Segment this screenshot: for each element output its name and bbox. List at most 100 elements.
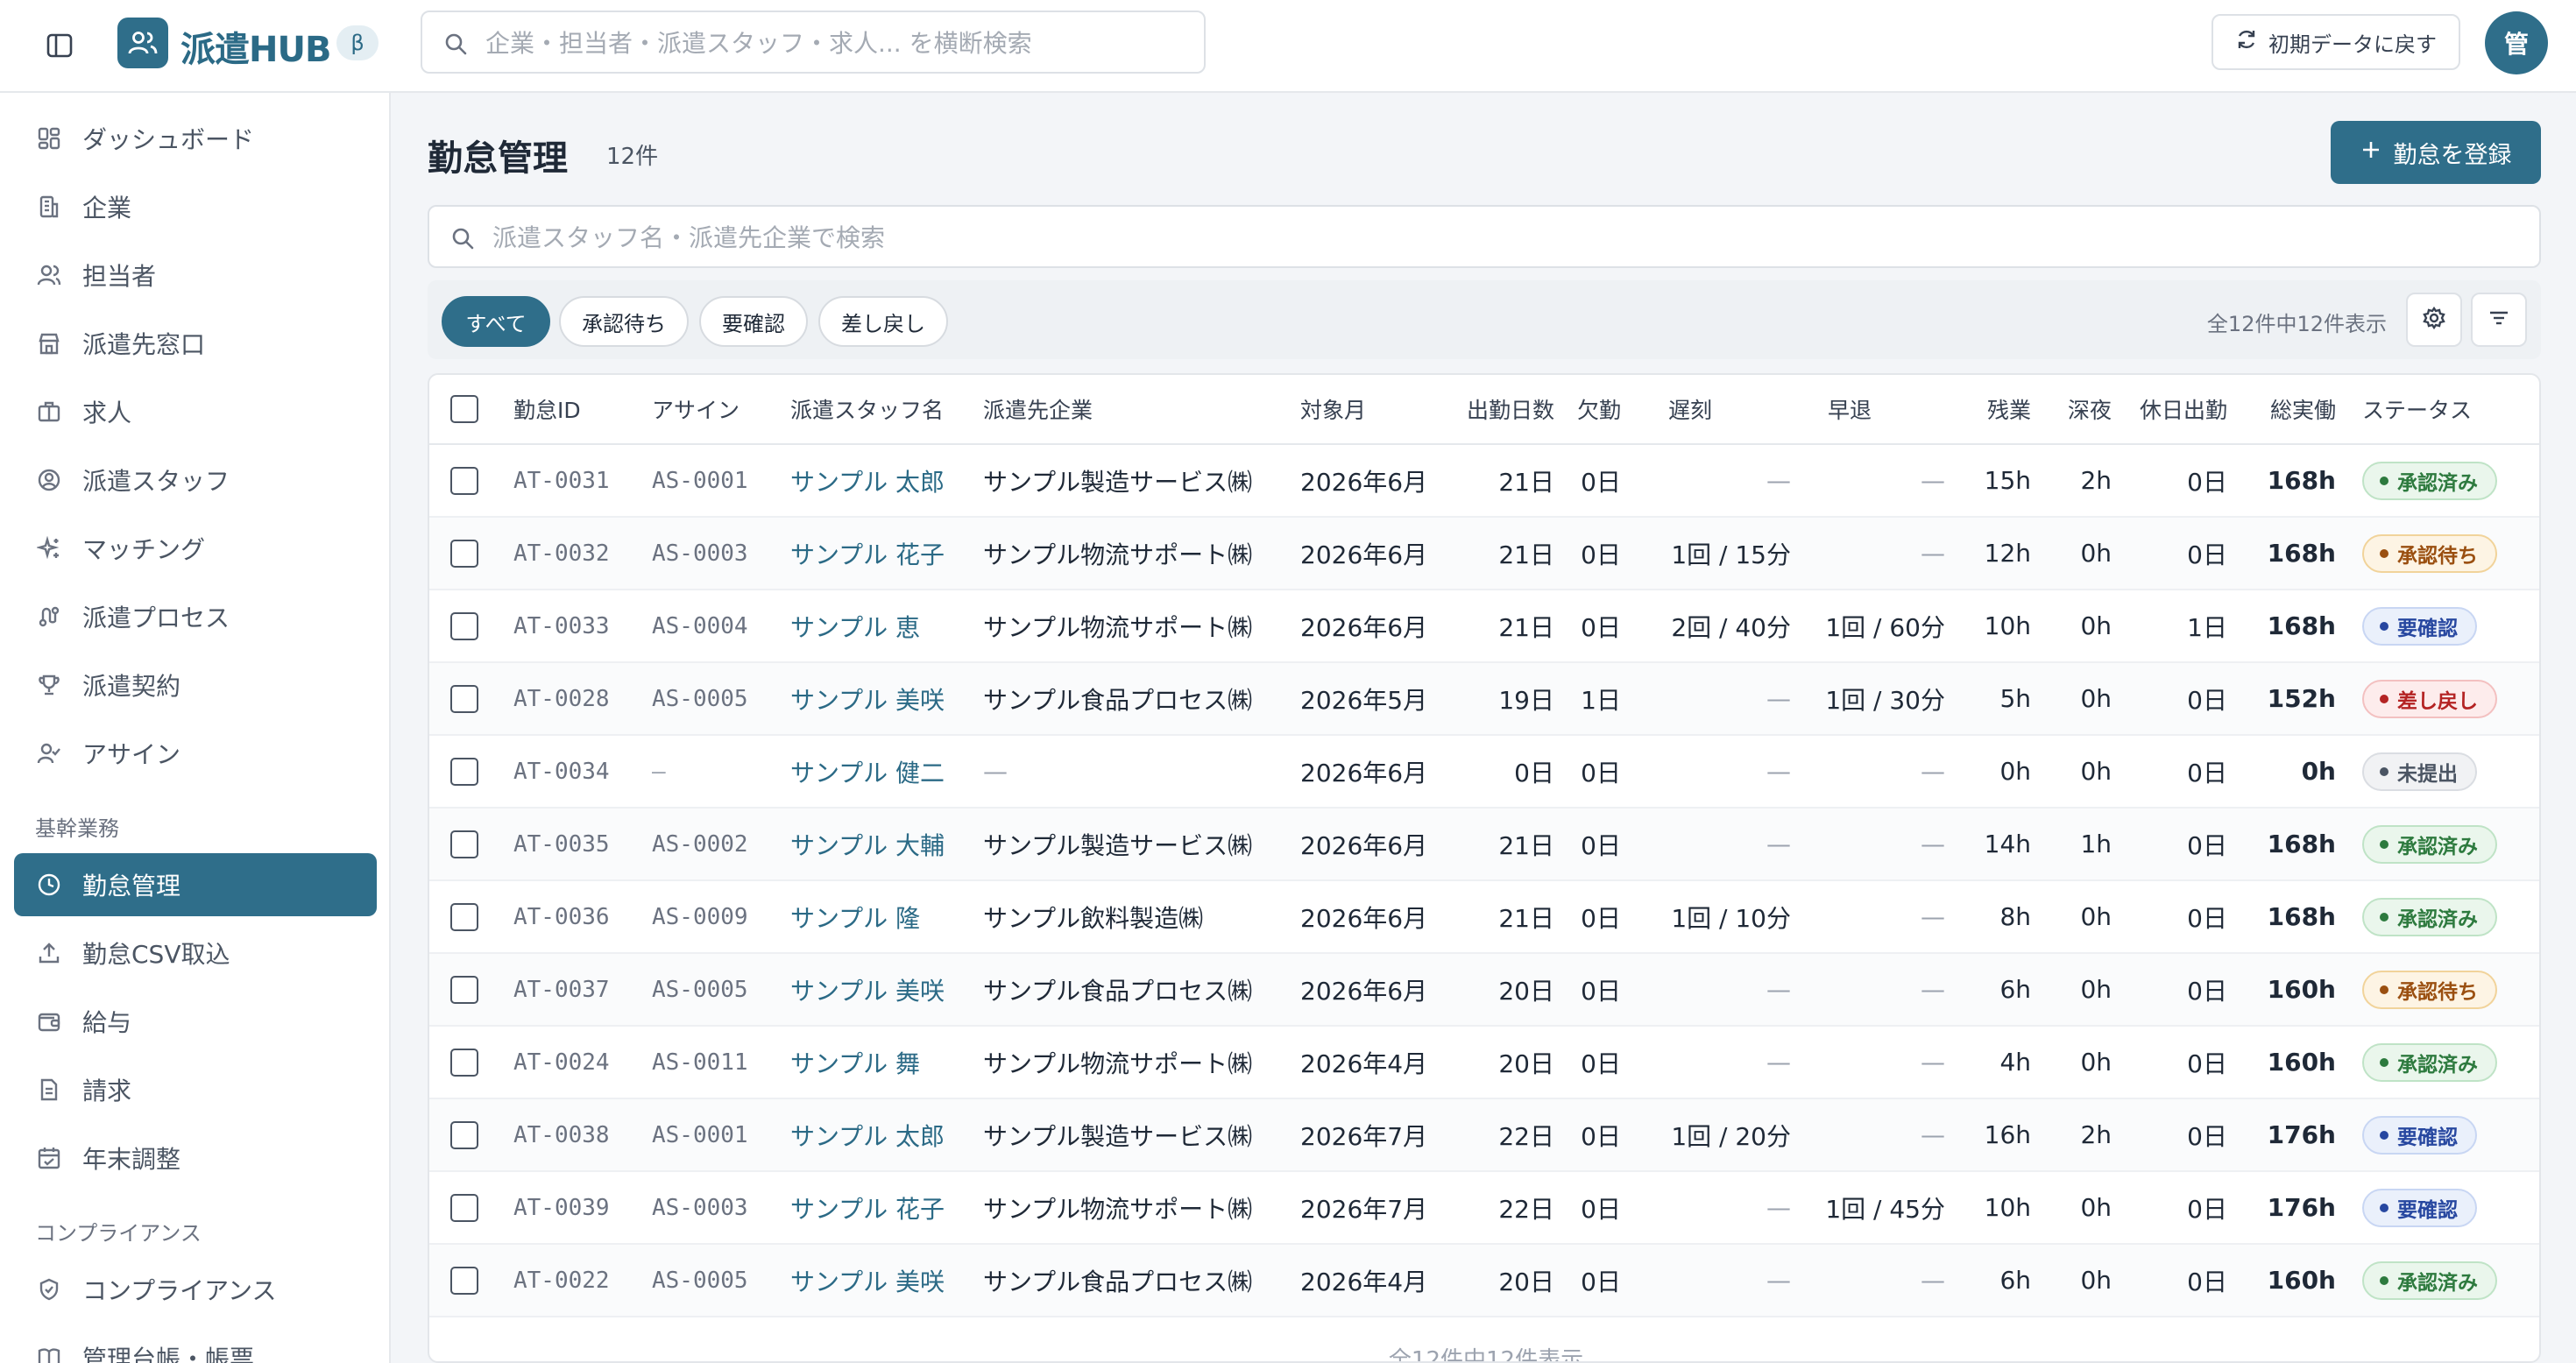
- sidebar-item-contacts[interactable]: 担当者: [14, 244, 377, 307]
- status-label: 未提出: [2397, 762, 2458, 786]
- cell-id: AT-0032: [513, 540, 610, 567]
- col-header[interactable]: 残業: [1959, 375, 2031, 443]
- cell-early: —: [1921, 1120, 1945, 1149]
- row-checkbox[interactable]: [450, 902, 478, 931]
- col-header[interactable]: アサイン: [652, 375, 740, 443]
- table-row[interactable]: AT-0039 AS-0003 サンプル 花子 サンプル物流サポート㈱ 2026年7月 2…: [429, 1172, 2539, 1245]
- select-all-checkbox[interactable]: [450, 395, 478, 423]
- table-row[interactable]: AT-0037 AS-0005 サンプル 美咲 サンプル食品プロセス㈱ 2026年6月 2…: [429, 954, 2539, 1027]
- row-checkbox[interactable]: [450, 1193, 478, 1222]
- col-header[interactable]: ステータス: [2362, 375, 2472, 443]
- filter-returned[interactable]: 差し戻し: [818, 296, 948, 347]
- cell-staff-link[interactable]: サンプル 太郎: [790, 1099, 945, 1170]
- row-checkbox[interactable]: [450, 757, 478, 786]
- cell-staff-link[interactable]: サンプル 舞: [790, 1027, 920, 1098]
- sidebar-item-compliance[interactable]: コンプライアンス: [14, 1258, 377, 1321]
- row-checkbox[interactable]: [450, 1048, 478, 1077]
- brand-name[interactable]: 派遣HUB: [180, 21, 331, 72]
- cell-staff-link[interactable]: サンプル 恵: [790, 590, 920, 661]
- row-checkbox[interactable]: [450, 684, 478, 713]
- sidebar-item-billing[interactable]: 請求: [14, 1058, 377, 1121]
- table-row[interactable]: AT-0032 AS-0003 サンプル 花子 サンプル物流サポート㈱ 2026年6月 2…: [429, 518, 2539, 590]
- global-search-input[interactable]: [485, 25, 1186, 61]
- col-header[interactable]: 早退: [1828, 375, 1872, 443]
- table-row[interactable]: AT-0024 AS-0011 サンプル 舞 サンプル物流サポート㈱ 2026年4月 20…: [429, 1027, 2539, 1099]
- cell-early: 1回 / 45分: [1825, 1194, 1945, 1224]
- filter-needs-check[interactable]: 要確認: [699, 296, 808, 347]
- sidebar-item-matching[interactable]: マッチング: [14, 517, 377, 580]
- cell-staff-link[interactable]: サンプル 美咲: [790, 1245, 945, 1316]
- sidebar-item-attendance-csv[interactable]: 勤怠CSV取込: [14, 922, 377, 985]
- cell-staff-link[interactable]: サンプル 健二: [790, 736, 945, 807]
- table-row[interactable]: AT-0031 AS-0001 サンプル 太郎 サンプル製造サービス㈱ 2026年6月 2…: [429, 445, 2539, 518]
- sidebar-item-jobs[interactable]: 求人: [14, 380, 377, 443]
- cell-staff-link[interactable]: サンプル 美咲: [790, 954, 945, 1025]
- sidebar-item-staff[interactable]: 派遣スタッフ: [14, 448, 377, 512]
- col-header[interactable]: 出勤日数: [1428, 375, 1554, 443]
- table-row[interactable]: AT-0034 — サンプル 健二 — 2026年6月 0日 0日 — — 0h 0h 0日 0h 未提出: [429, 736, 2539, 809]
- reset-data-button[interactable]: 初期データに戻す: [2212, 14, 2460, 70]
- global-search[interactable]: [421, 11, 1206, 74]
- table-search[interactable]: [428, 205, 2541, 268]
- filter-pending[interactable]: 承認待ち: [559, 296, 689, 347]
- filter-options-button[interactable]: [2471, 293, 2527, 347]
- table-row[interactable]: AT-0033 AS-0004 サンプル 恵 サンプル物流サポート㈱ 2026年6月 21…: [429, 590, 2539, 663]
- row-select-cell: [450, 954, 478, 1025]
- sidebar-item-attendance[interactable]: 勤怠管理: [14, 853, 377, 916]
- sidebar-item-companies[interactable]: 企業: [14, 175, 377, 238]
- row-checkbox[interactable]: [450, 1120, 478, 1149]
- table-row[interactable]: AT-0035 AS-0002 サンプル 大輔 サンプル製造サービス㈱ 2026年6月 2…: [429, 809, 2539, 881]
- col-header[interactable]: 対象月: [1300, 375, 1366, 443]
- cell-status: 未提出: [2362, 736, 2477, 807]
- col-header[interactable]: 遅刻: [1668, 375, 1712, 443]
- table-row[interactable]: AT-0022 AS-0005 サンプル 美咲 サンプル食品プロセス㈱ 2026年4月 2…: [429, 1245, 2539, 1317]
- table-row[interactable]: AT-0038 AS-0001 サンプル 太郎 サンプル製造サービス㈱ 2026年7月 2…: [429, 1099, 2539, 1172]
- table-row[interactable]: AT-0036 AS-0009 サンプル 隆 サンプル飲料製造㈱ 2026年6月 21日 0…: [429, 881, 2539, 954]
- sidebar-item-client-windows[interactable]: 派遣先窓口: [14, 312, 377, 375]
- row-checkbox[interactable]: [450, 975, 478, 1004]
- cell-staff-link[interactable]: サンプル 太郎: [790, 445, 945, 516]
- sidebar-item-label: 派遣スタッフ: [82, 467, 230, 496]
- col-header[interactable]: 総実働: [2234, 375, 2336, 443]
- row-checkbox[interactable]: [450, 539, 478, 568]
- cell-status: 承認済み: [2362, 445, 2497, 516]
- sidebar-item-ledger[interactable]: 管理台帳・帳票: [14, 1326, 377, 1363]
- sidebar-item-assign[interactable]: アサイン: [14, 722, 377, 785]
- filter-all[interactable]: すべて: [442, 296, 550, 347]
- sidebar-item-dashboard[interactable]: ダッシュボード: [14, 107, 377, 170]
- cell-staff-link[interactable]: サンプル 花子: [790, 518, 945, 589]
- cell-overtime: 10h: [1984, 1193, 2031, 1222]
- row-checkbox[interactable]: [450, 466, 478, 495]
- avatar[interactable]: 管: [2485, 11, 2548, 74]
- row-select-cell: [450, 663, 478, 734]
- dashboard-icon: [33, 123, 65, 154]
- col-header[interactable]: 勤怠ID: [513, 375, 581, 443]
- cell-total: 160h: [2267, 975, 2336, 1004]
- sidebar-toggle-icon[interactable]: [42, 30, 77, 61]
- row-checkbox[interactable]: [450, 830, 478, 858]
- col-header[interactable]: 派遣スタッフ名: [790, 375, 944, 443]
- add-attendance-button[interactable]: 勤怠を登録: [2331, 121, 2541, 184]
- sidebar-item-contracts[interactable]: 派遣契約: [14, 653, 377, 717]
- cell-staff-link[interactable]: サンプル 花子: [790, 1172, 945, 1243]
- sidebar-item-year-end[interactable]: 年末調整: [14, 1126, 377, 1190]
- display-count: 全12件中12件表示: [2206, 312, 2387, 336]
- col-header[interactable]: 休日出勤: [2120, 375, 2227, 443]
- cell-staff-link[interactable]: サンプル 美咲: [790, 663, 945, 734]
- column-settings-button[interactable]: [2406, 293, 2462, 347]
- row-checkbox[interactable]: [450, 1266, 478, 1295]
- cell-early: 1回 / 60分: [1825, 612, 1945, 642]
- sidebar-item-payroll[interactable]: 給与: [14, 990, 377, 1053]
- logo-icon[interactable]: [117, 18, 168, 68]
- status-label: 承認済み: [2397, 471, 2478, 495]
- col-header[interactable]: 欠勤: [1568, 375, 1621, 443]
- table-row[interactable]: AT-0028 AS-0005 サンプル 美咲 サンプル食品プロセス㈱ 2026年5月 1…: [429, 663, 2539, 736]
- sidebar-item-label: 請求: [82, 1077, 132, 1105]
- row-checkbox[interactable]: [450, 611, 478, 640]
- table-search-input[interactable]: [492, 219, 2508, 256]
- cell-staff-link[interactable]: サンプル 隆: [790, 881, 920, 952]
- col-header[interactable]: 派遣先企業: [983, 375, 1093, 443]
- sidebar-item-process[interactable]: 派遣プロセス: [14, 585, 377, 648]
- col-header[interactable]: 深夜: [2040, 375, 2112, 443]
- cell-staff-link[interactable]: サンプル 大輔: [790, 809, 945, 879]
